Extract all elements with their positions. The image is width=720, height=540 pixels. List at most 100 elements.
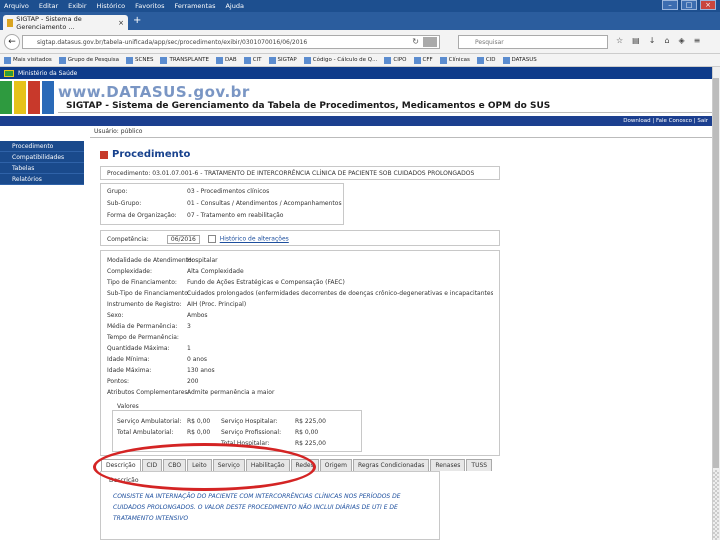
- bookmark-icon: [216, 56, 224, 64]
- url-text: sigtap.datasus.gov.br/tabela-unificada/a…: [37, 38, 308, 46]
- bookmark-icon: [4, 56, 11, 64]
- browser-tab-active[interactable]: SIGTAP - Sistema de Gerenciamento ... ×: [3, 14, 128, 31]
- tab-regras-condicionadas[interactable]: Regras Condicionadas: [352, 459, 430, 471]
- procedure-label: Procedimento:: [107, 170, 151, 177]
- download-arrow-icon[interactable]: ↓: [649, 36, 656, 45]
- bookmark-item[interactable]: DATASUS: [502, 56, 537, 64]
- browser-tabbar: SIGTAP - Sistema de Gerenciamento ... × …: [0, 12, 720, 31]
- title-square-icon: [100, 150, 108, 159]
- bookmark-icon: [126, 56, 134, 64]
- sidebar-item-procedimento[interactable]: Procedimento: [0, 141, 84, 152]
- bookmark-item[interactable]: CFF: [413, 56, 433, 64]
- competencia-label: Competência:: [107, 235, 149, 243]
- sidebar-menu: Procedimento Compatibilidades Tabelas Re…: [0, 141, 84, 185]
- tab-origem[interactable]: Origem: [319, 459, 352, 471]
- attribute-row: Instrumento de Registro: AIH (Proc. Princ…: [107, 301, 247, 308]
- url-bar[interactable]: sigtap.datasus.gov.br/tabela-unificada/a…: [22, 35, 440, 49]
- red-annotation-ellipse: [93, 443, 316, 491]
- menu-file[interactable]: Arquivo: [4, 2, 29, 10]
- bookmark-item[interactable]: Clínicas: [439, 56, 470, 64]
- history-icon[interactable]: [207, 235, 216, 243]
- bookmark-item[interactable]: CIPO: [384, 56, 407, 64]
- bookmark-icon: [413, 56, 421, 64]
- tab-renases[interactable]: Renases: [430, 459, 466, 471]
- sigtap-favicon-icon: [7, 18, 14, 27]
- page-title: Procedimento: [100, 149, 190, 160]
- gov-label[interactable]: Ministério da Saúde: [18, 70, 77, 77]
- attribute-row: Sub-Tipo de Financiamento:Cuidados prolo…: [107, 290, 493, 297]
- attribute-row: Atributos Complementares:Admite permanên…: [107, 389, 275, 396]
- sidebar-item-compatibilidades[interactable]: Compatibilidades: [0, 152, 84, 163]
- procedure-value: 03.01.07.001-6 - TRATAMENTO DE INTERCORR…: [152, 170, 475, 177]
- close-window-button[interactable]: ×: [700, 0, 716, 10]
- hierarchy-row: Grupo: 03 - Procedimentos clínicos: [107, 188, 270, 195]
- bookmark-item[interactable]: CIT: [243, 56, 262, 64]
- competencia-box: Competência: 06/2016 Histórico de altera…: [100, 230, 500, 246]
- bookmark-item[interactable]: CID: [476, 56, 496, 64]
- bookmark-icon: [243, 56, 251, 64]
- attribute-row: Modalidade de Atendimento:Hospitalar: [107, 257, 218, 264]
- gov-bar: Ministério da Saúde: [0, 67, 720, 79]
- values-row: Serviço Ambulatorial: R$ 0,00 Serviço Hosp…: [117, 418, 326, 425]
- header-divider: [58, 112, 712, 113]
- menu-edit[interactable]: Editar: [39, 2, 58, 10]
- attribute-row: Complexidade: Alta Complexidade: [107, 268, 244, 275]
- maximize-button[interactable]: □: [681, 0, 697, 10]
- attribute-row: Idade Máxima: 130 anos: [107, 367, 215, 374]
- library-icon[interactable]: ▤: [632, 36, 640, 45]
- go-button[interactable]: [423, 37, 437, 47]
- values-title: Valores: [117, 403, 139, 410]
- shield-icon[interactable]: ◈: [679, 36, 685, 45]
- competencia-value[interactable]: 06/2016: [166, 234, 200, 244]
- brazil-flag-icon: [4, 69, 14, 77]
- datasus-logo-icon: [0, 81, 54, 114]
- browser-menubar: Arquivo Editar Exibir Histórico Favorito…: [0, 0, 720, 12]
- reload-icon[interactable]: ↻: [412, 37, 419, 46]
- hamburger-menu-icon[interactable]: ≡: [694, 36, 701, 45]
- page-title-text: Procedimento: [112, 149, 191, 160]
- bookmark-icon: [303, 56, 311, 64]
- menu-view[interactable]: Exibir: [68, 2, 86, 10]
- user-label: Usuário: público: [94, 128, 143, 135]
- scrollbar-thumb[interactable]: [713, 78, 719, 468]
- brand-title[interactable]: www.DATASUS.gov.br: [58, 83, 250, 101]
- window-controls: – □ ×: [662, 0, 716, 10]
- sidebar-item-relatorios[interactable]: Relatórios: [0, 174, 84, 185]
- bookmark-item[interactable]: Código - Cálculo de Q...: [303, 56, 377, 64]
- bookmark-icon: [502, 56, 510, 64]
- new-tab-button[interactable]: +: [133, 15, 141, 27]
- tab-title: SIGTAP - Sistema de Gerenciamento ...: [16, 14, 82, 31]
- tab-tuss[interactable]: TUSS: [466, 459, 493, 471]
- sidebar-item-tabelas[interactable]: Tabelas: [0, 163, 84, 174]
- values-row: Total Ambulatorial: R$ 0,00 Serviço Profis…: [117, 429, 319, 436]
- procedure-box: Procedimento: 03.01.07.001-6 - TRATAMENT…: [100, 166, 500, 180]
- bookmarks-bar: Mais visitados Grupo de Pesquisa SCNES T…: [0, 54, 720, 67]
- bookmark-item[interactable]: TRANSPLANTE: [160, 56, 209, 64]
- bookmark-item[interactable]: Grupo de Pesquisa: [58, 56, 119, 64]
- search-input[interactable]: Pesquisar: [458, 35, 608, 49]
- bookmark-item[interactable]: SIGTAP: [268, 56, 297, 64]
- top-links-bar[interactable]: Download | Fale Conosco | Sair: [0, 116, 712, 126]
- hierarchy-row: Sub-Grupo: 01 - Consultas / Atendimentos …: [107, 200, 342, 207]
- tab-close-icon[interactable]: ×: [118, 19, 124, 27]
- attribute-row: Média de Permanência: 3: [107, 323, 191, 330]
- minimize-button[interactable]: –: [662, 0, 678, 10]
- hierarchy-box: Grupo: 03 - Procedimentos clínicos Sub-Gr…: [100, 183, 344, 225]
- menu-history[interactable]: Histórico: [97, 2, 126, 10]
- bookmark-icon: [160, 56, 168, 64]
- bookmark-item[interactable]: SCNES: [126, 56, 153, 64]
- bookmark-item[interactable]: Mais visitados: [4, 56, 52, 64]
- site-header: www.DATASUS.gov.br SIGTAP - Sistema de G…: [0, 79, 712, 116]
- menu-bookmarks[interactable]: Favoritos: [135, 2, 164, 10]
- attribute-row: Sexo: Ambos: [107, 312, 208, 319]
- bookmark-star-icon[interactable]: ☆: [616, 36, 623, 45]
- back-arrow-icon[interactable]: ←: [4, 34, 20, 50]
- home-icon[interactable]: ⌂: [664, 36, 669, 45]
- history-link[interactable]: Histórico de alterações: [220, 236, 289, 243]
- bookmark-item[interactable]: DAB: [216, 56, 237, 64]
- menu-tools[interactable]: Ferramentas: [175, 2, 216, 10]
- hierarchy-row: Forma de Organização: 07 - Tratamento em …: [107, 212, 284, 219]
- scrollbar-pattern: [713, 470, 719, 540]
- menu-help[interactable]: Ajuda: [225, 2, 243, 10]
- nav-toolbar-icons: ☆ ▤ ↓ ⌂ ◈ ≡: [616, 36, 700, 45]
